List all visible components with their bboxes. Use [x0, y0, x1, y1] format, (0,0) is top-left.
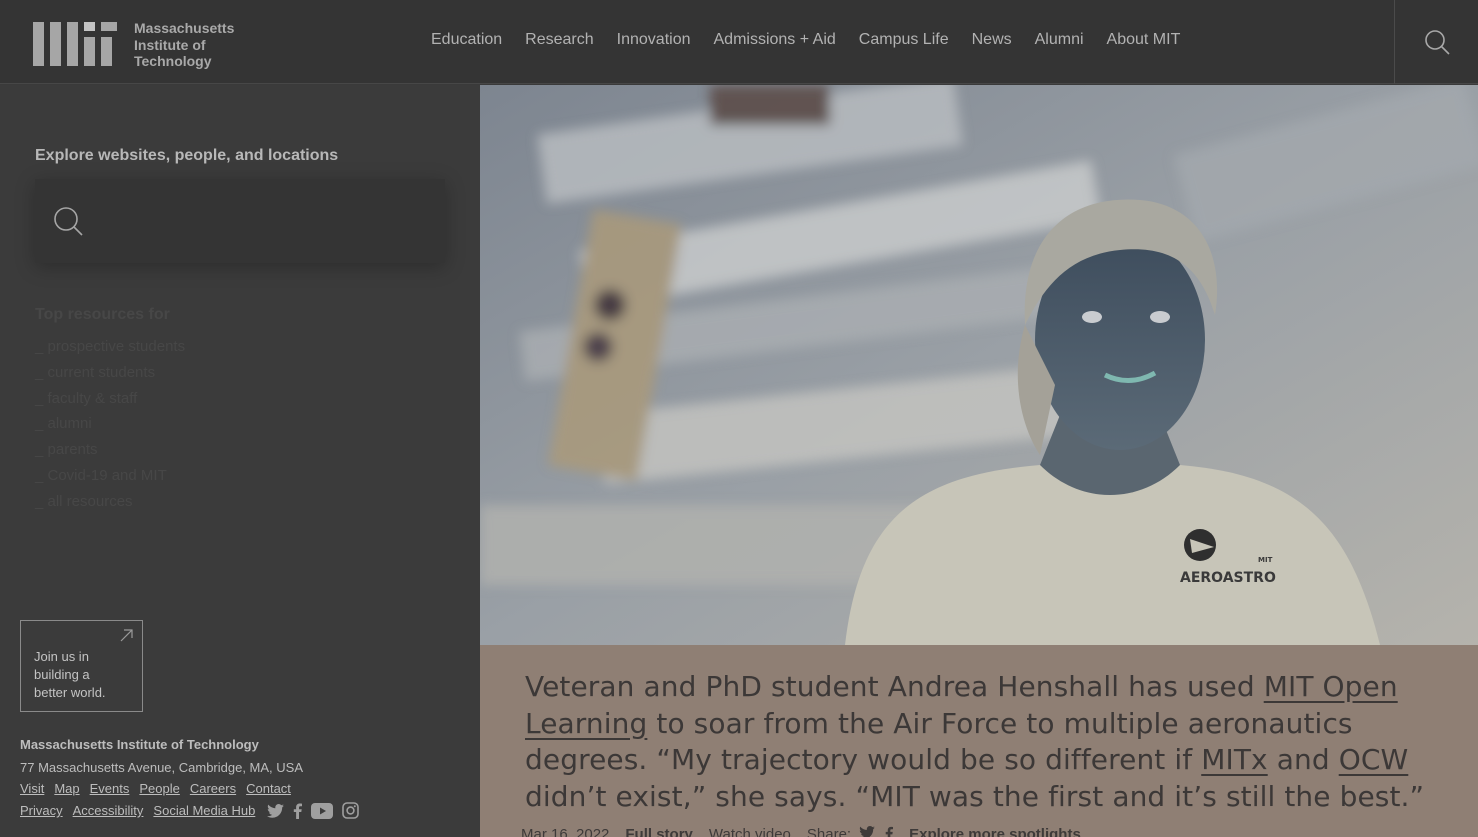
- top-resources: Top resources for _ prospective students…: [35, 306, 185, 515]
- footer-link-visit[interactable]: Visit: [20, 781, 44, 796]
- resource-link[interactable]: _ parents: [35, 437, 185, 463]
- caption-segment: and: [1267, 743, 1339, 776]
- nav-innovation[interactable]: Innovation: [617, 31, 691, 49]
- join-us-card[interactable]: Join us in building a better world.: [20, 620, 143, 712]
- facebook-icon[interactable]: [293, 803, 303, 819]
- resources-title: Top resources for: [35, 306, 170, 323]
- nav-campus-life[interactable]: Campus Life: [859, 31, 949, 49]
- join-line: building a: [34, 667, 90, 682]
- aeroastro-text: AEROASTRO: [1180, 570, 1276, 586]
- caption-segment: didn’t exist,” she says. “MIT was the fi…: [525, 779, 1425, 813]
- aeroastro-mit-text: MIT: [1258, 556, 1273, 564]
- nav-education[interactable]: Education: [431, 31, 502, 49]
- resource-link[interactable]: _ faculty & staff: [35, 386, 185, 412]
- search-icon: [54, 207, 83, 236]
- facebook-icon[interactable]: [885, 826, 894, 837]
- resource-link[interactable]: _ all resources: [35, 489, 185, 515]
- footer-link-accessibility[interactable]: Accessibility: [73, 803, 144, 818]
- explore-panel: Explore websites, people, and locations …: [0, 85, 480, 837]
- explore-title: Explore websites, people, and locations: [35, 147, 339, 164]
- full-story-link[interactable]: Full story: [625, 826, 693, 837]
- mit-logo-mark: [33, 22, 117, 66]
- footer-link-people[interactable]: People: [139, 781, 179, 796]
- spotlight-caption: Veteran and PhD student Andrea Henshall …: [480, 645, 1478, 837]
- footer-link-privacy[interactable]: Privacy: [20, 803, 63, 818]
- logo-line: Institute of: [134, 36, 206, 53]
- footer-org-name: Massachusetts Institute of Technology: [20, 737, 259, 752]
- ocw-link[interactable]: OCW: [1339, 743, 1409, 776]
- footer-links-row-2: Privacy Accessibility Social Media Hub: [20, 802, 360, 819]
- site-footer: Massachusetts Institute of Technology 77…: [20, 737, 360, 825]
- footer-link-careers[interactable]: Careers: [190, 781, 236, 796]
- nav-news[interactable]: News: [972, 31, 1012, 49]
- search-icon: [1424, 30, 1450, 55]
- twitter-icon[interactable]: [859, 826, 875, 837]
- hero-photo: AEROASTRO MIT: [480, 85, 1478, 645]
- watch-video-link[interactable]: Watch video: [709, 826, 791, 837]
- mitx-link[interactable]: MITx: [1201, 743, 1268, 776]
- caption-text: Veteran and PhD student Andrea Henshall …: [525, 669, 1425, 815]
- footer-address: 77 Massachusetts Avenue, Cambridge, MA, …: [20, 760, 304, 775]
- footer-link-map[interactable]: Map: [54, 781, 79, 796]
- instagram-icon[interactable]: [342, 802, 360, 819]
- explore-more-spotlights-link[interactable]: Explore more spotlights: [909, 826, 1081, 837]
- resource-link[interactable]: _ Covid-19 and MIT: [35, 463, 185, 489]
- join-line: Join us in: [34, 649, 89, 664]
- footer-links-row-1: Visit Map Events People Careers Contact: [20, 781, 359, 796]
- resource-link[interactable]: _ current students: [35, 360, 185, 386]
- resource-link[interactable]: _ prospective students: [35, 334, 185, 360]
- hero-image: AEROASTRO MIT: [480, 85, 1478, 645]
- footer-link-contact[interactable]: Contact: [246, 781, 291, 796]
- resource-link[interactable]: _ alumni: [35, 411, 185, 437]
- main-nav: Education Research Innovation Admissions…: [431, 31, 1180, 49]
- explore-search-input[interactable]: [95, 212, 415, 230]
- header-search-button[interactable]: [1394, 0, 1478, 84]
- youtube-icon[interactable]: [311, 802, 334, 819]
- nav-alumni[interactable]: Alumni: [1035, 31, 1084, 49]
- nav-admissions-aid[interactable]: Admissions + Aid: [714, 31, 836, 49]
- footer-link-events[interactable]: Events: [90, 781, 130, 796]
- site-header: Massachusetts Institute of Technology Ed…: [0, 0, 1478, 84]
- logo-line: Massachusetts: [134, 20, 235, 36]
- explore-search-box[interactable]: [35, 179, 445, 263]
- footer-link-social-media-hub[interactable]: Social Media Hub: [153, 803, 255, 818]
- spotlight-meta: Mar 16, 2022 Full story Watch video Shar…: [521, 826, 1081, 837]
- spotlight-date: Mar 16, 2022: [521, 826, 610, 837]
- caption-segment: Veteran and PhD student Andrea Henshall …: [525, 670, 1264, 703]
- external-arrow-icon: [120, 629, 133, 642]
- share-label: Share:: [806, 826, 852, 837]
- mit-logo[interactable]: Massachusetts Institute of Technology: [33, 20, 234, 70]
- join-line: better world.: [34, 685, 106, 700]
- twitter-icon[interactable]: [267, 803, 285, 818]
- nav-research[interactable]: Research: [525, 31, 593, 49]
- logo-line: Technology: [134, 53, 212, 69]
- social-icons: [267, 802, 360, 819]
- logo-wordmark: Massachusetts Institute of Technology: [134, 20, 234, 70]
- nav-about-mit[interactable]: About MIT: [1107, 31, 1181, 49]
